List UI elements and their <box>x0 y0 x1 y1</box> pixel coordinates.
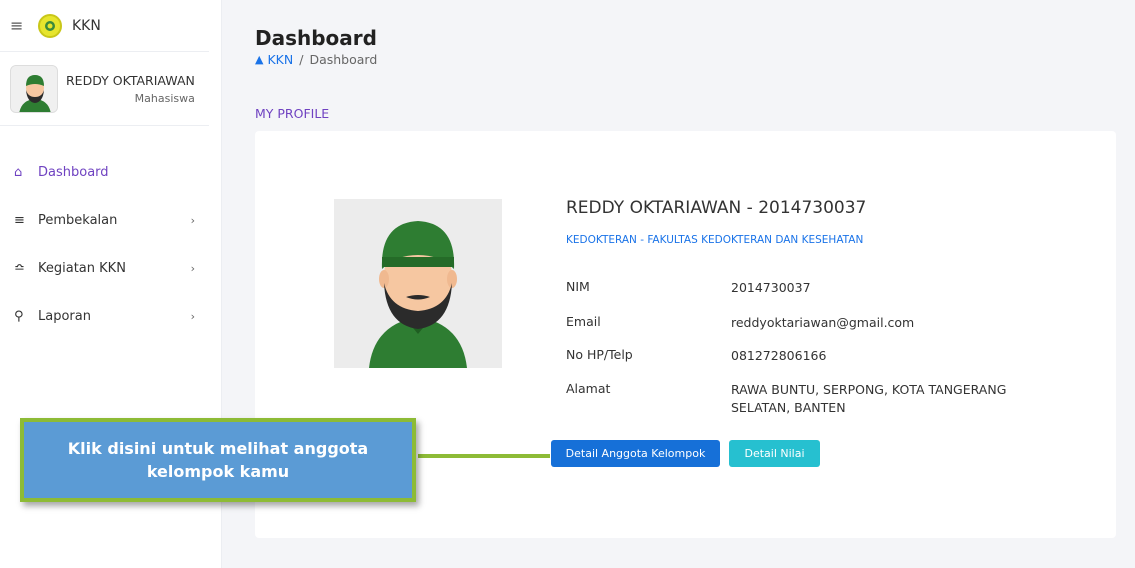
user-name: REDDY OKTARIAWAN <box>66 72 195 88</box>
menu-icon[interactable]: ≡ <box>10 16 32 35</box>
callout-connector <box>418 454 550 458</box>
info-value: 2014730037 <box>731 280 811 295</box>
breadcrumb: ▲ KKN / Dashboard <box>255 52 377 67</box>
profile-photo <box>334 199 502 368</box>
info-value: RAWA BUNTU, SERPONG, KOTA TANGERANG SELA… <box>731 382 1007 416</box>
tooltip-callout: Klik disini untuk melihat anggota kelomp… <box>20 418 416 502</box>
callout-text: Klik disini untuk melihat anggota kelomp… <box>67 438 369 481</box>
page-title: Dashboard <box>255 26 377 50</box>
user-info: REDDY OKTARIAWAN Mahasiswa <box>66 73 195 105</box>
info-value: 081272806166 <box>731 348 827 363</box>
sidebar-item-pembekalan[interactable]: ≡ Pembekalan › <box>0 196 221 244</box>
info-key: NIM <box>566 279 590 294</box>
sidebar-brand: ≡ KKN <box>0 0 209 52</box>
user-role: Mahasiswa <box>134 91 195 105</box>
layers-icon: ≡ <box>14 212 25 228</box>
sidebar-item-laporan[interactable]: ⚲ Laporan › <box>0 292 221 340</box>
detail-group-members-button[interactable]: Detail Anggota Kelompok <box>551 440 720 467</box>
info-key: Alamat <box>566 381 611 396</box>
sidebar-item-kegiatan-kkn[interactable]: ≏ Kegiatan KKN › <box>0 244 221 292</box>
brand-name[interactable]: KKN <box>72 18 101 34</box>
info-key: No HP/Telp <box>566 347 633 362</box>
profile-name: REDDY OKTARIAWAN - 2014730037 <box>566 198 867 218</box>
info-value: reddyoktariawan@gmail.com <box>731 315 915 330</box>
avatar <box>10 64 58 113</box>
sidebar-item-label: Kegiatan KKN <box>38 260 126 276</box>
breadcrumb-separator: / <box>299 52 304 67</box>
chevron-right-icon: › <box>190 309 195 323</box>
kkn-logo-icon <box>38 13 62 38</box>
info-key: Email <box>566 314 601 329</box>
sidebar-item-label: Dashboard <box>38 164 109 180</box>
sidebar-menu: ⌂ Dashboard ≡ Pembekalan › ≏ Kegiatan KK… <box>0 148 221 340</box>
chevron-right-icon: › <box>190 261 195 275</box>
breadcrumb-home-link[interactable]: KKN <box>267 52 293 67</box>
user-panel: REDDY OKTARIAWAN Mahasiswa <box>0 52 209 126</box>
profile-faculty: KEDOKTERAN - FAKULTAS KEDOKTERAN DAN KES… <box>566 234 864 246</box>
search-icon: ⚲ <box>14 308 24 324</box>
sidebar-item-dashboard[interactable]: ⌂ Dashboard <box>0 148 221 196</box>
sidebar-item-label: Laporan <box>38 308 91 324</box>
chevron-right-icon: › <box>190 213 195 227</box>
sidebar-item-label: Pembekalan <box>38 212 118 228</box>
detail-score-button[interactable]: Detail Nilai <box>729 440 820 467</box>
home-icon: ⌂ <box>14 164 23 180</box>
home-icon[interactable]: ▲ <box>255 53 263 66</box>
section-title: MY PROFILE <box>255 106 330 121</box>
breadcrumb-current: Dashboard <box>309 52 378 67</box>
activity-icon: ≏ <box>14 260 25 276</box>
